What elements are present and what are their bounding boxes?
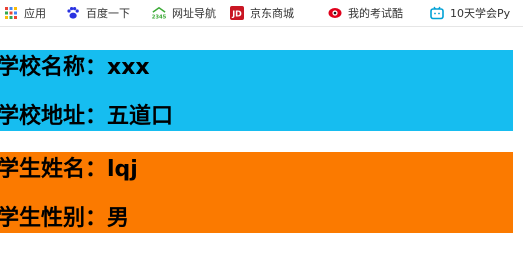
bookmarks-bar: 应用 百度一下 2345 网址导航 JD 京东商城 我的考试酷 10天学会Py [0, 0, 523, 27]
student-gender-value: 男 [107, 206, 130, 231]
bookmark-label: 京东商城 [250, 7, 294, 20]
student-gender-label: 学生性别： [0, 206, 108, 231]
bilibili-tv-icon [430, 6, 444, 20]
bookmark-2345[interactable]: 2345 网址导航 [152, 4, 216, 22]
2345-nav-icon: 2345 [152, 6, 166, 20]
apps-grid-icon [4, 6, 18, 20]
bookmark-examcoo[interactable]: 我的考试酷 [328, 4, 403, 22]
school-name-row: 学校名称：xxx [0, 53, 150, 83]
student-info-panel: 学生姓名：lqj 学生性别：男 [0, 152, 513, 233]
bookmark-label: 我的考试酷 [348, 7, 403, 20]
school-address-label: 学校地址： [0, 104, 108, 129]
student-gender-row: 学生性别：男 [0, 204, 129, 234]
jd-logo-icon: JD [230, 6, 244, 20]
school-address-row: 学校地址：五道口 [0, 102, 173, 132]
student-name-row: 学生姓名：lqj [0, 155, 138, 185]
svg-text:JD: JD [231, 10, 242, 19]
bookmark-apps[interactable]: 应用 [4, 4, 46, 22]
svg-text:2345: 2345 [152, 14, 166, 20]
bookmark-python-course[interactable]: 10天学会Py [430, 4, 510, 22]
bookmark-baidu[interactable]: 百度一下 [66, 4, 130, 22]
bookmark-jd[interactable]: JD 京东商城 [230, 4, 294, 22]
bookmark-label: 百度一下 [86, 7, 130, 20]
bookmark-label: 应用 [24, 7, 46, 20]
school-name-label: 学校名称： [0, 55, 108, 80]
student-name-label: 学生姓名： [0, 157, 108, 182]
school-address-value: 五道口 [107, 104, 174, 129]
school-info-panel: 学校名称：xxx 学校地址：五道口 [0, 50, 513, 131]
baidu-paw-icon [66, 6, 80, 20]
school-name-value: xxx [107, 55, 150, 80]
student-name-value: lqj [107, 157, 138, 182]
examcoo-eye-icon [328, 6, 342, 20]
bookmark-label: 网址导航 [172, 7, 216, 20]
bookmark-label: 10天学会Py [450, 7, 511, 20]
